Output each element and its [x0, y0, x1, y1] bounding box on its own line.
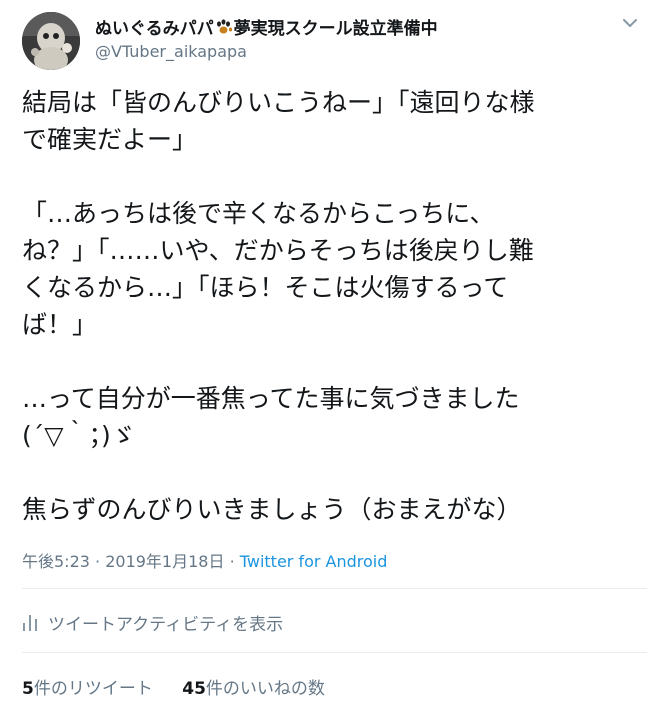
- tweet-paragraph: …って自分が一番焦ってた事に気づきました (´▽｀；)ゞ: [22, 384, 520, 450]
- tweet-date[interactable]: 2019年1月18日: [105, 552, 224, 571]
- tweet-paragraph: 結局は「皆のんびりいこうねー」「遠回りな様 で確実だよー」: [22, 88, 535, 154]
- likes-stat[interactable]: 45件のいいねの数: [182, 679, 325, 699]
- retweets-stat[interactable]: 5件のリツイート: [22, 679, 153, 699]
- display-name[interactable]: ぬいぐるみパパ 夢実現スクール設立準備中: [95, 14, 438, 39]
- tweet-paragraph: 焦らずのんびりいきましょう（おまえがな）: [22, 495, 522, 524]
- tweet-card: ぬいぐるみパパ 夢実現スクール設立準備中 @VTuber_aikapapa 結局…: [0, 0, 661, 710]
- retweets-count: 5: [22, 679, 34, 699]
- user-handle[interactable]: @VTuber_aikapapa: [95, 42, 247, 61]
- tweet-paragraph: 「…あっちは後で辛くなるからこっちに、 ね？」「……いや、だからそっちは後戻りし…: [22, 199, 534, 339]
- paw-prints-icon: [215, 18, 233, 35]
- likes-count: 45: [182, 679, 206, 699]
- tweet-text: 結局は「皆のんびりいこうねー」「遠回りな様 で確実だよー」 「…あっちは後で辛く…: [22, 84, 647, 528]
- display-name-text: ぬいぐるみパパ: [95, 19, 214, 39]
- divider: [22, 652, 647, 653]
- meta-separator: ·: [95, 552, 106, 571]
- tweet-activity-link[interactable]: ツイートアクティビティを表示: [22, 610, 283, 635]
- tweet-time[interactable]: 午後5:23: [22, 552, 90, 571]
- tweet-source-link[interactable]: Twitter for Android: [240, 552, 388, 571]
- tweet-activity-label: ツイートアクティビティを表示: [48, 615, 284, 635]
- avatar-plush-doll-icon: [22, 12, 80, 70]
- bar-chart-icon: [23, 614, 37, 631]
- divider: [22, 588, 647, 589]
- chevron-down-icon[interactable]: [621, 14, 639, 32]
- display-name-suffix: 夢実現スクール設立準備中: [233, 19, 438, 39]
- retweets-label: 件のリツイート: [33, 679, 153, 699]
- likes-label: 件のいいねの数: [205, 679, 325, 699]
- meta-separator: ·: [229, 552, 240, 571]
- tweet-stats: 5件のリツイート 45件のいいねの数: [22, 674, 325, 699]
- avatar[interactable]: [22, 12, 80, 70]
- tweet-meta: 午後5:23 · 2019年1月18日 · Twitter for Androi…: [22, 548, 387, 572]
